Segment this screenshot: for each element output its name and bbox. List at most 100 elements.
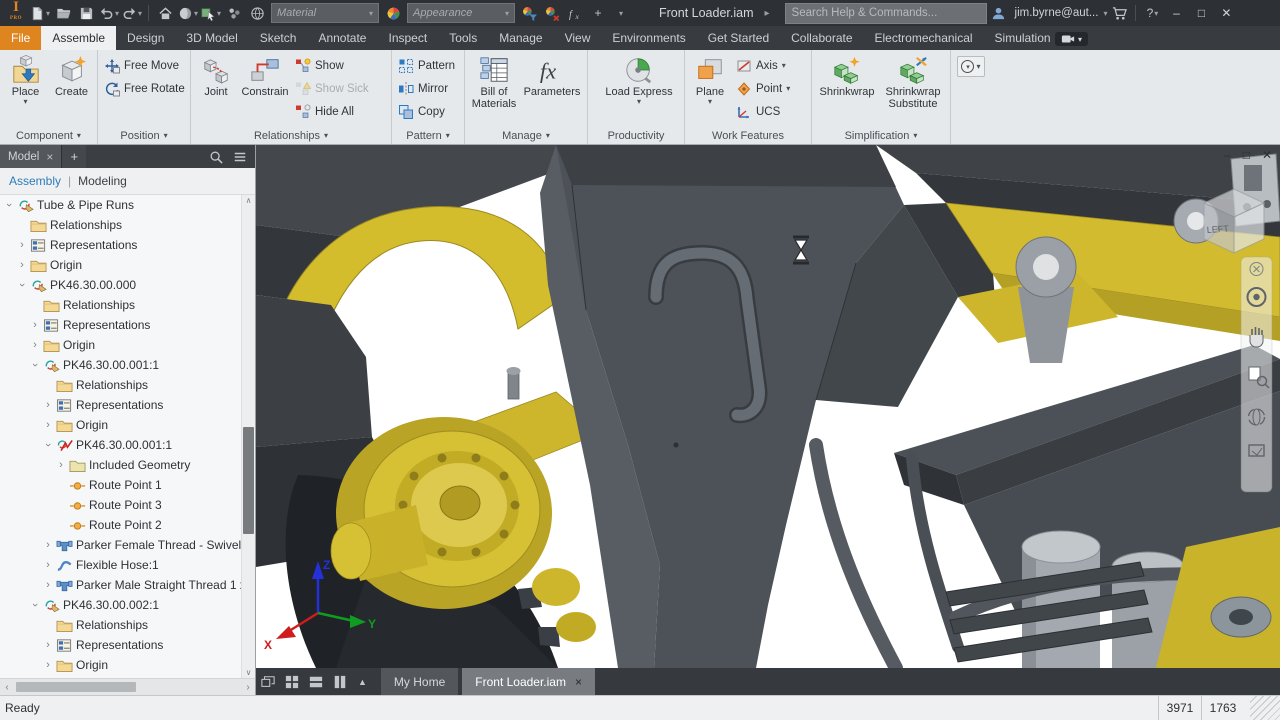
document-tab-close-icon[interactable]: × (575, 675, 582, 689)
ribbon-tab[interactable]: View (554, 26, 602, 50)
show-button[interactable]: Show (292, 56, 372, 76)
tree-expander-icon[interactable]: › (43, 540, 53, 550)
parameters-button[interactable]: Parameters (521, 53, 583, 98)
new-file-button[interactable]: ▾ (29, 2, 51, 24)
undo-button[interactable]: ▾ (98, 2, 120, 24)
ribbon-tab[interactable]: Design (116, 26, 175, 50)
tree-item[interactable]: › Parker Female Thread - Swivel 1 (0, 535, 242, 555)
pattern-panel-label[interactable]: Pattern▾ (392, 127, 464, 144)
mode-modeling[interactable]: Modeling (78, 174, 127, 188)
simplification-panel-label[interactable]: Simplification▾ (812, 127, 950, 144)
qat-customize-button[interactable]: ▾ (610, 2, 632, 24)
tree-item[interactable]: › Origin (0, 655, 242, 675)
pattern-button[interactable]: Pattern (395, 56, 458, 76)
browser-menu-icon[interactable] (233, 150, 247, 164)
tree-item[interactable]: › Origin (0, 255, 242, 275)
tree-expander-icon[interactable]: › (17, 260, 27, 270)
tree-expander-icon[interactable]: › (43, 660, 53, 670)
tree-expander-icon[interactable]: › (30, 360, 40, 370)
shrinkwrap-button[interactable]: Shrinkwrap (815, 53, 879, 98)
my-home-tab[interactable]: My Home (381, 668, 458, 695)
show-sick-button[interactable]: Show Sick (292, 79, 372, 99)
tree-expander-icon[interactable]: › (43, 640, 53, 650)
tree-expander-icon[interactable]: › (43, 580, 53, 590)
tree-expander-icon[interactable]: › (43, 400, 53, 410)
parameters-quick-button[interactable] (564, 2, 586, 24)
tree-item[interactable]: › Flexible Hose:1 (0, 555, 242, 575)
tree-item[interactable]: › PK46.30.00.001:1 (0, 355, 242, 375)
select-button[interactable]: ▾ (200, 2, 222, 24)
close-button[interactable]: ✕ (1214, 2, 1238, 24)
store-button[interactable] (1108, 2, 1130, 24)
tree-item[interactable]: › Included Geometry (0, 455, 242, 475)
tree-item[interactable]: › PK46.30.00.000 (0, 275, 242, 295)
tree-item[interactable]: › Origin (0, 415, 242, 435)
qat-add-button[interactable]: + (587, 2, 609, 24)
tree-item[interactable]: › Relationships (0, 375, 242, 395)
material-select[interactable]: Material▾ (271, 3, 379, 23)
tree-item[interactable]: › Relationships (0, 215, 242, 235)
tree-expander-icon[interactable]: › (30, 600, 40, 610)
adjust-appearance-button[interactable] (518, 2, 540, 24)
degrees-of-freedom-button[interactable] (223, 2, 245, 24)
mirror-button[interactable]: Mirror (395, 79, 458, 99)
tree-expander-icon[interactable]: › (17, 280, 27, 290)
ribbon-tab[interactable]: Electromechanical (864, 26, 984, 50)
doc-restore-button[interactable]: □ (1243, 148, 1250, 162)
ribbon-display-options-button[interactable]: ▾▾ (957, 56, 985, 77)
hide-all-button[interactable]: Hide All (292, 102, 372, 122)
work-features-panel-label[interactable]: Work Features (685, 127, 811, 144)
plane-button[interactable]: Plane▾ (688, 53, 732, 106)
tree-expander-icon[interactable]: › (4, 200, 14, 210)
screencast-button[interactable]: ▾ (1055, 32, 1088, 46)
doc-close-button[interactable]: ✕ (1262, 148, 1272, 162)
tree-item[interactable]: › Representations (0, 395, 242, 415)
relationships-panel-label[interactable]: Relationships▾ (191, 127, 391, 144)
front-loader-document-tab[interactable]: Front Loader.iam× (462, 668, 595, 695)
tree-item[interactable]: › Relationships (0, 295, 242, 315)
minimize-button[interactable]: – (1164, 2, 1188, 24)
create-button[interactable]: Create (49, 53, 94, 98)
ribbon-tab[interactable]: Annotate (307, 26, 377, 50)
browser-add-tab-button[interactable]: + (61, 145, 86, 168)
point-button[interactable]: Point▾ (733, 79, 793, 99)
ribbon-tab[interactable]: Environments (601, 26, 696, 50)
tree-expander-icon[interactable]: › (17, 240, 27, 250)
tile-horizontal-button[interactable] (304, 672, 328, 692)
redo-button[interactable]: ▾ (121, 2, 143, 24)
browser-tab-model[interactable]: Model× (0, 145, 61, 168)
tree-item[interactable]: › Representations (0, 315, 242, 335)
open-button[interactable] (52, 2, 74, 24)
save-button[interactable] (75, 2, 97, 24)
ribbon-tab[interactable]: Get Started (697, 26, 780, 50)
ribbon-tab[interactable]: Assemble (41, 26, 116, 50)
view-cube[interactable]: LEFT (1204, 189, 1264, 253)
tree-expander-icon[interactable]: › (30, 340, 40, 350)
tree-vertical-scrollbar[interactable]: ∧ ∨ (241, 195, 255, 679)
tree-expander-icon[interactable]: › (56, 460, 66, 470)
maximize-button[interactable]: □ (1189, 2, 1213, 24)
home-view-button[interactable] (154, 2, 176, 24)
app-logo[interactable]: IPRO (4, 1, 28, 25)
tree-item[interactable]: › Representations (0, 635, 242, 655)
scrollbar-thumb[interactable] (243, 427, 254, 533)
navigation-bar[interactable] (1241, 257, 1272, 492)
tree-item[interactable]: › PK46.30.00.002:1 (0, 595, 242, 615)
collapse-tabs-icon[interactable]: ▲ (358, 677, 367, 687)
doc-minimize-button[interactable]: – (1224, 148, 1231, 162)
copy-button[interactable]: Copy (395, 102, 458, 122)
tree-expander-icon[interactable]: › (43, 560, 53, 570)
free-move-button[interactable]: Free Move (101, 56, 188, 76)
ribbon-tab[interactable]: Sketch (249, 26, 308, 50)
tile-vertical-button[interactable] (328, 672, 352, 692)
clear-appearance-button[interactable] (541, 2, 563, 24)
tree-item[interactable]: › Parker Male Straight Thread 1 x (0, 575, 242, 595)
scrollbar-thumb[interactable] (16, 682, 136, 692)
tree-item[interactable]: › Origin (0, 335, 242, 355)
tree-item[interactable]: › Representations (0, 235, 242, 255)
free-rotate-button[interactable]: Free Rotate (101, 79, 188, 99)
mode-assembly[interactable]: Assembly (9, 174, 61, 188)
tree-item[interactable]: › Route Point 2 (0, 515, 242, 535)
tree-item[interactable]: › Route Point 1 (0, 475, 242, 495)
visual-style-button[interactable]: ▾ (177, 2, 199, 24)
